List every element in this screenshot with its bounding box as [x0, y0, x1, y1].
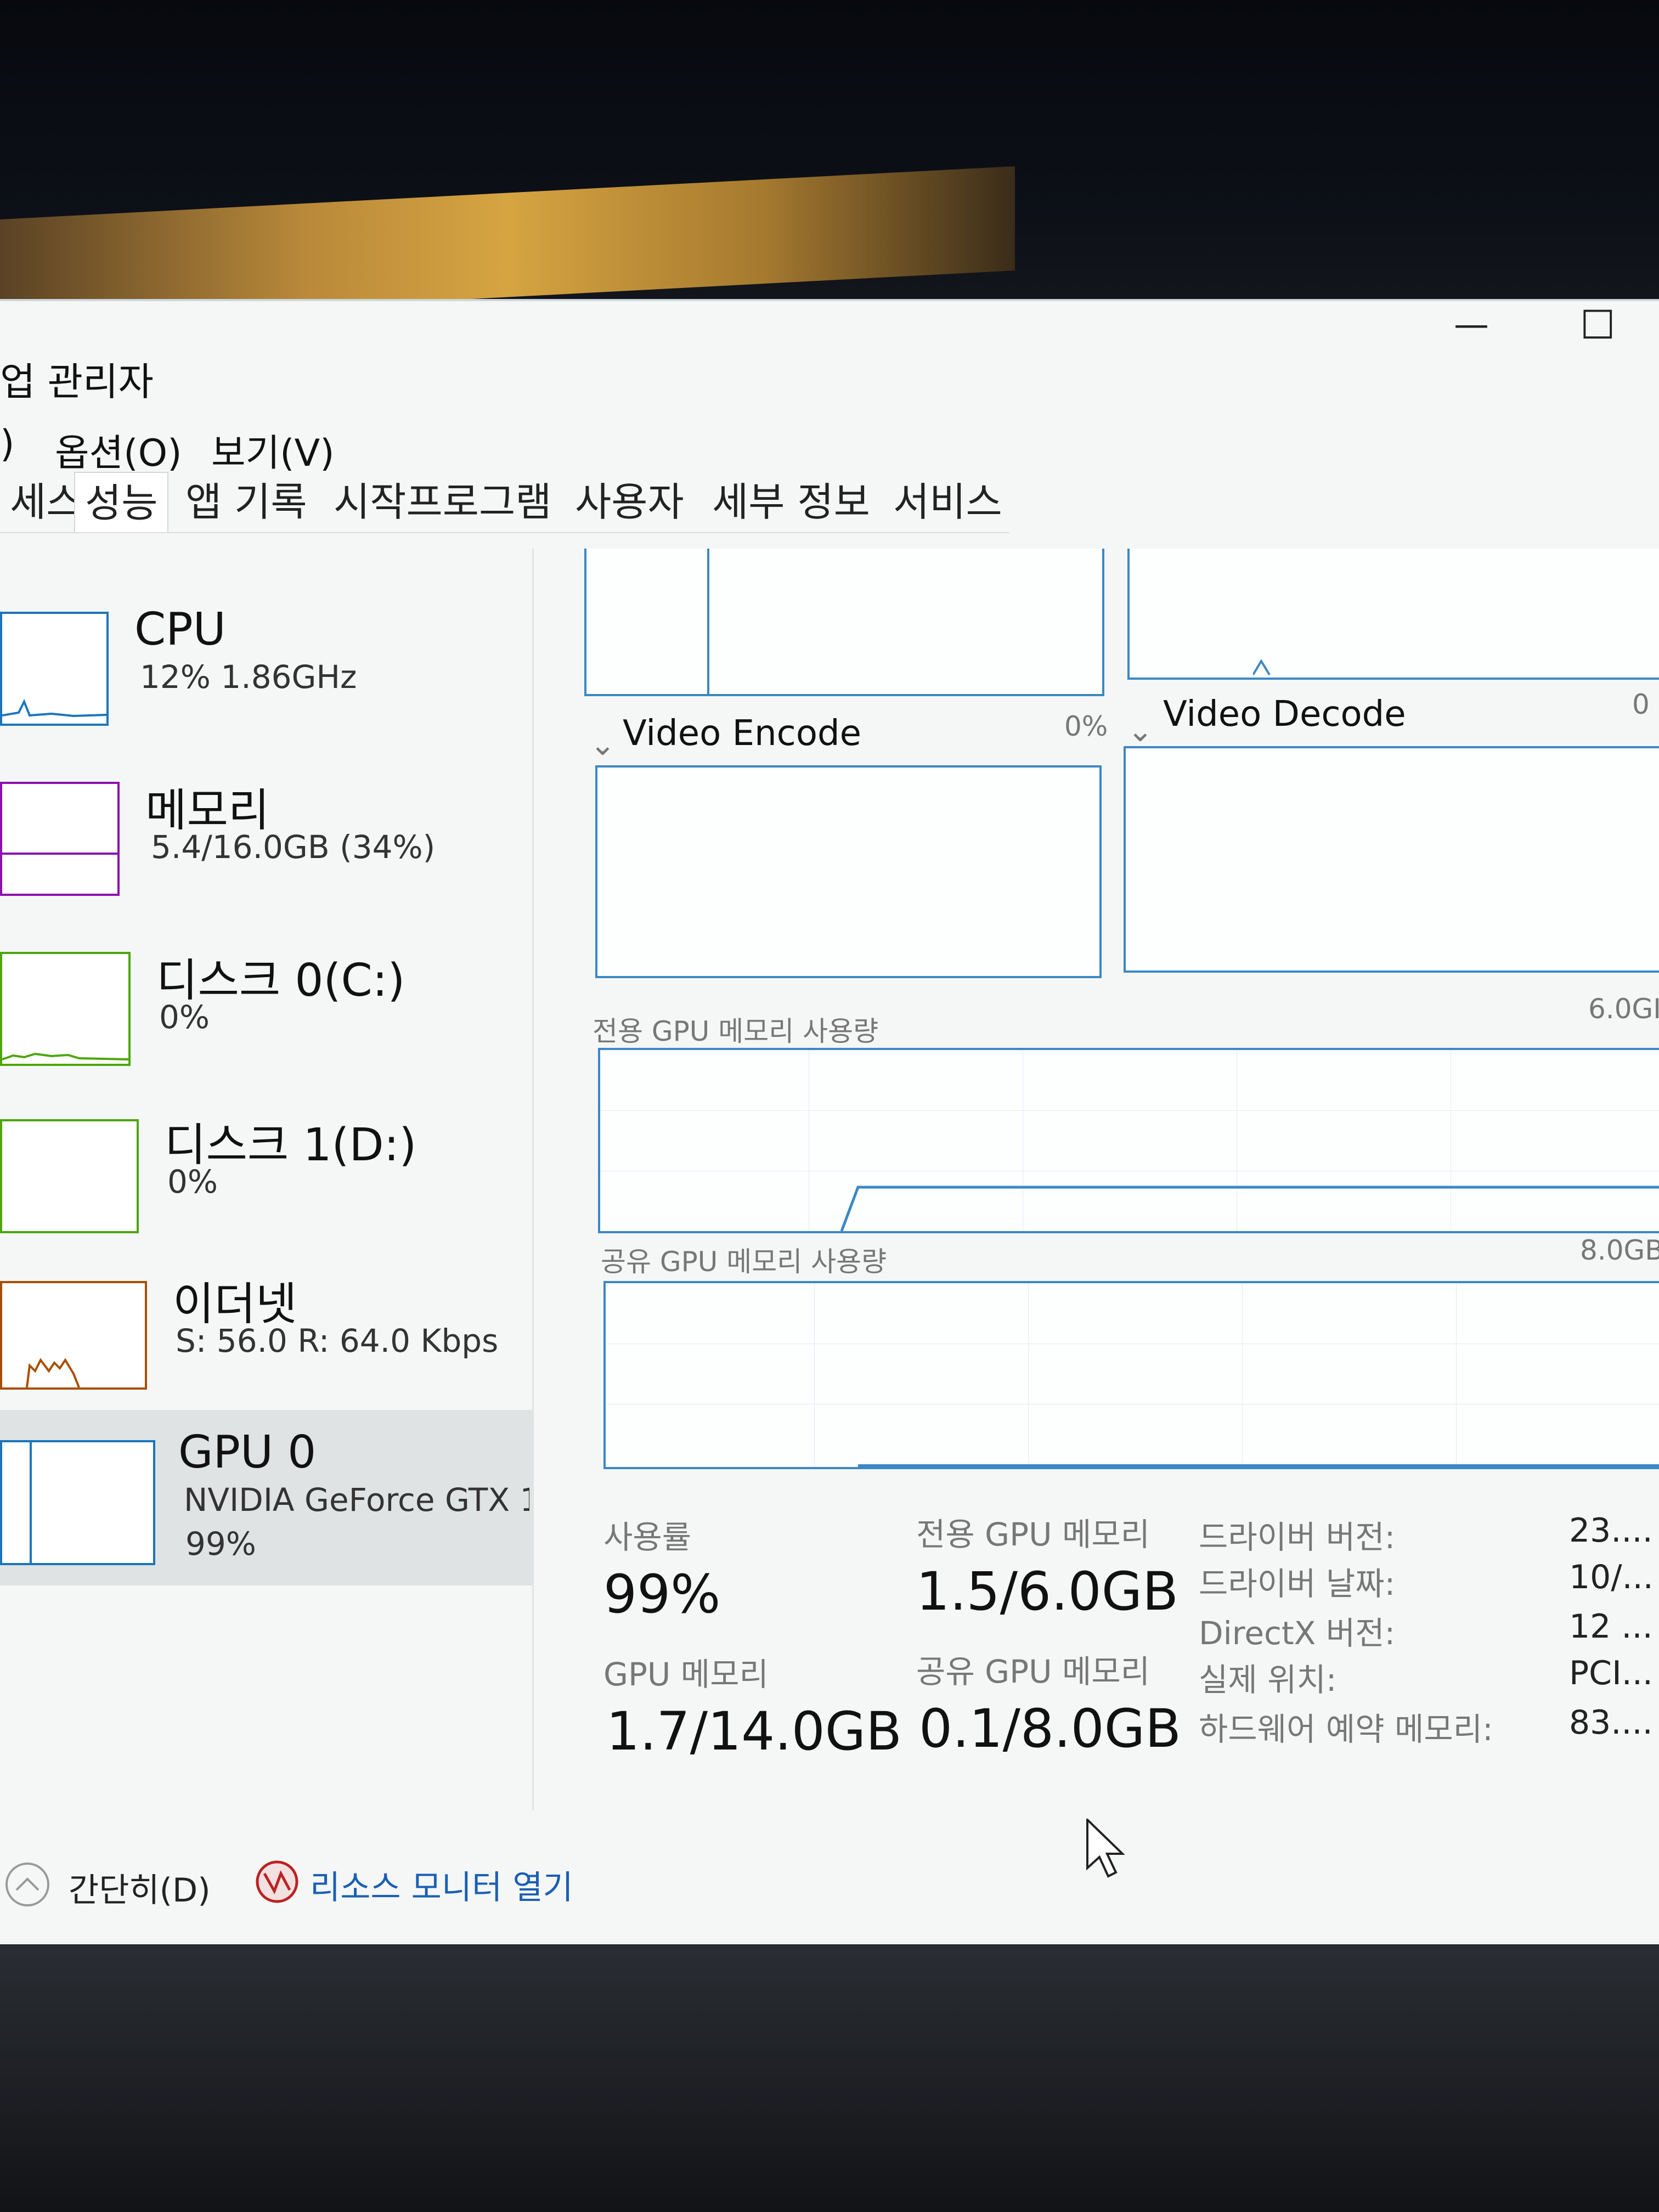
memory-subtitle: 5.4/16.0GB (34%)	[151, 828, 436, 866]
cpu-thumbnail-graph	[2, 699, 107, 718]
dedicated-memory-graph-max: 6.0GI	[1588, 993, 1659, 1025]
video-encode-value: 0%	[1064, 710, 1108, 742]
tab-app-history[interactable]: 앱 기록	[176, 472, 317, 532]
engine-graph-2	[1127, 549, 1659, 680]
collapse-button[interactable]: 간단히(D)	[0, 1857, 219, 1912]
tab-performance[interactable]: 성능	[74, 472, 169, 533]
chevron-up-circle-icon	[5, 1863, 49, 1906]
minimize-button[interactable]: —	[1454, 307, 1489, 342]
tab-services[interactable]: 서비스	[883, 472, 1012, 532]
sidebar-item-disk1[interactable]: 디스크 1(D:) 0%	[0, 1108, 527, 1240]
directx-version-value: 12 ...	[1569, 1607, 1653, 1646]
reserved-memory-label: 하드웨어 예약 메모리:	[1199, 1711, 1493, 1748]
gpu-memory-value: 1.7/14.0GB	[606, 1701, 902, 1762]
cpu-thumbnail	[0, 612, 109, 726]
menu-view[interactable]: 보기(V)	[211, 422, 335, 477]
disk0-subtitle: 0%	[159, 998, 210, 1036]
resource-monitor-icon	[256, 1860, 298, 1903]
driver-date-label: 드라이버 날짜:	[1199, 1565, 1396, 1602]
usage-label: 사용률	[603, 1519, 692, 1556]
gpu-title: GPU 0	[178, 1426, 317, 1479]
cpu-subtitle: 12% 1.86GHz	[140, 658, 357, 696]
tab-startup[interactable]: 시작프로그램	[324, 472, 561, 532]
cpu-title: CPU	[134, 603, 226, 656]
memory-thumbnail	[0, 782, 120, 896]
video-encode-label[interactable]: Video Encode	[623, 713, 861, 754]
video-decode-graph	[1124, 746, 1659, 973]
video-encode-graph	[595, 765, 1102, 978]
shared-memory-graph	[603, 1281, 1659, 1469]
driver-version-label: 드라이버 버전:	[1199, 1519, 1396, 1556]
sidebar-item-ethernet[interactable]: 이더넷 S: 56.0 R: 64.0 Kbps	[0, 1267, 527, 1399]
shared-memory-value: 0.1/8.0GB	[919, 1698, 1181, 1759]
dedicated-memory-line	[840, 1186, 1659, 1231]
sidebar-item-memory[interactable]: 메모리 5.4/16.0GB (34%)	[0, 774, 527, 905]
video-decode-chevron-icon[interactable]: ⌄	[1127, 713, 1153, 749]
ethernet-thumbnail	[0, 1281, 147, 1390]
video-encode-chevron-icon[interactable]: ⌄	[590, 727, 616, 763]
desk-background	[0, 1942, 1659, 2212]
collapse-label: 간단히(D)	[69, 1871, 211, 1910]
minimize-icon: —	[1454, 304, 1489, 345]
resource-monitor-label: 리소스 모니터 열기	[310, 1869, 573, 1907]
maximize-icon: ☐	[1580, 302, 1616, 348]
physical-location-value: PCI...	[1569, 1654, 1653, 1692]
ethernet-subtitle: S: 56.0 R: 64.0 Kbps	[176, 1322, 499, 1359]
gpu-memory-label: GPU 메모리	[603, 1656, 769, 1693]
tab-details[interactable]: 세부 정보	[702, 472, 880, 532]
physical-location-label: 실제 위치:	[1199, 1661, 1337, 1699]
window-title: 업 관리자	[0, 359, 154, 404]
menu-file[interactable]: )	[0, 422, 15, 466]
tab-users[interactable]: 사용자	[565, 472, 694, 532]
dedicated-memory-graph-label: 전용 GPU 메모리 사용량	[592, 1015, 879, 1047]
shared-memory-graph-max: 8.0GB	[1580, 1234, 1659, 1266]
disk0-thumbnail	[0, 952, 131, 1066]
video-decode-value: 0	[1632, 689, 1650, 720]
tab-strip-divider	[0, 532, 1009, 533]
dedicated-memory-value: 1.5/6.0GB	[916, 1561, 1178, 1622]
gpu-subtitle: NVIDIA GeForce GTX 1(	[184, 1481, 529, 1519]
driver-date-value: 10/...	[1569, 1558, 1654, 1596]
engine-graph-1	[584, 549, 1104, 696]
dedicated-memory-graph	[598, 1048, 1659, 1233]
maximize-button[interactable]: ☐	[1580, 305, 1616, 345]
engine-graph-2-spike	[1253, 659, 1271, 676]
driver-version-value: 23....	[1569, 1511, 1653, 1550]
directx-version-label: DirectX 버전:	[1199, 1615, 1396, 1652]
ethernet-thumbnail-graph	[26, 1358, 80, 1388]
gpu-thumbnail	[0, 1440, 155, 1565]
sidebar-item-cpu[interactable]: CPU 12% 1.86GHz	[0, 603, 527, 735]
disk0-thumbnail-graph	[2, 1052, 129, 1060]
reserved-memory-value: 83....	[1569, 1703, 1653, 1742]
dedicated-memory-label: 전용 GPU 메모리	[916, 1516, 1150, 1553]
shared-memory-label: 공유 GPU 메모리	[916, 1653, 1150, 1690]
shared-memory-graph-label: 공유 GPU 메모리 사용량	[601, 1246, 887, 1278]
video-decode-label[interactable]: Video Decode	[1163, 694, 1406, 735]
sidebar-item-disk0[interactable]: 디스크 0(C:) 0%	[0, 944, 527, 1075]
disk1-thumbnail	[0, 1119, 139, 1233]
gpu-usage: 99%	[185, 1525, 256, 1562]
usage-value: 99%	[603, 1564, 721, 1625]
menu-options[interactable]: 옵션(O)	[55, 422, 182, 477]
resource-monitor-link[interactable]: 리소스 모니터 열기	[247, 1854, 603, 1909]
sidebar-divider	[532, 549, 534, 1810]
mouse-cursor-icon	[1086, 1819, 1125, 1878]
disk1-subtitle: 0%	[167, 1163, 218, 1200]
